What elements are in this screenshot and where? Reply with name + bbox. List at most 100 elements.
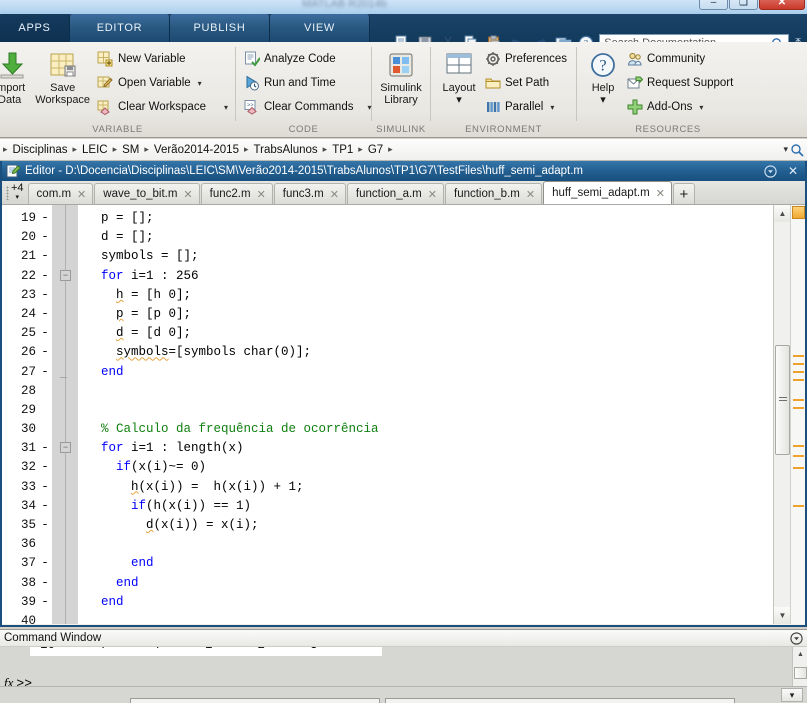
clear-commands-caret-icon[interactable]: ▾ [367,103,371,112]
breadcrumb-item-verao[interactable]: Verão2014-2015 [152,144,241,156]
breakpoint-marker[interactable]: - [38,305,52,324]
command-scrollbar-thumb[interactable] [794,667,807,679]
code-line[interactable]: end [86,554,773,573]
code-line[interactable]: d(x(i)) = x(i); [86,516,773,535]
breadcrumb-item-tp1[interactable]: TP1 [330,144,355,156]
breakpoint-marker[interactable]: - [38,478,52,497]
code-line[interactable]: end [86,363,773,382]
code-line[interactable]: h = [h 0]; [86,286,773,305]
code-analyzer-warning-marker[interactable] [793,445,804,447]
ribbon-tab-editor[interactable]: EDITOR [70,14,170,42]
tabstrip-grip-icon[interactable] [6,186,9,200]
layout-button[interactable]: Layout ▾ [436,46,482,106]
code-line[interactable]: end [86,593,773,612]
breakpoint-marker[interactable]: - [38,554,52,573]
code-line[interactable]: end [86,574,773,593]
editor-tab-huff-semi-adapt[interactable]: huff_semi_adapt.m ✕ [543,181,672,204]
request-support-button[interactable]: Request Support [624,72,735,94]
code-analyzer-warning-marker[interactable] [793,455,804,457]
breadcrumb-item-leic[interactable]: LEIC [80,144,110,156]
code-analyzer-warning-marker[interactable] [793,379,804,381]
editor-tab-func3-close-icon[interactable]: ✕ [330,188,339,201]
code-line[interactable]: for i=1 : 256 [86,267,773,286]
new-tab-button[interactable]: + [672,183,695,204]
breakpoint-marker[interactable] [38,535,52,554]
ribbon-tab-view[interactable]: VIEW [270,14,370,42]
clear-workspace-caret-icon[interactable]: ▾ [224,103,228,112]
ribbon-tab-publish[interactable]: PUBLISH [170,14,270,42]
code-analyzer-strip[interactable] [790,205,805,624]
tab-overflow-button[interactable]: +4 ▾ [4,182,28,204]
import-data-button[interactable]: Import Data [0,46,30,106]
community-button[interactable]: Community [624,48,735,70]
code-line[interactable]: if(h(x(i)) == 1) [86,497,773,516]
breakpoint-marker[interactable]: - [38,574,52,593]
add-ons-caret-icon[interactable]: ▾ [699,103,703,112]
editor-tab-wave-to-bit-close-icon[interactable]: ✕ [183,188,192,201]
breadcrumb-item-trabsalunos[interactable]: TrabsAlunos [252,144,320,156]
code-line[interactable] [86,535,773,554]
command-scroll-up-icon[interactable]: ▲ [793,647,807,661]
bottom-strip-caret-icon[interactable]: ▾ [781,688,803,702]
editor-vertical-scrollbar[interactable]: ▲ ▼ [773,205,791,624]
scroll-down-arrow-icon[interactable]: ▼ [774,607,791,624]
editor-tab-function-a-close-icon[interactable]: ✕ [428,188,437,201]
open-variable-button[interactable]: Open Variable ▾ [95,72,230,94]
code-analyzer-warning-marker[interactable] [793,399,804,401]
breakpoint-gutter[interactable]: --------- ----- --- [38,205,52,624]
editor-tab-function-b-close-icon[interactable]: ✕ [526,188,535,201]
code-analyzer-warning-marker[interactable] [793,505,804,507]
parallel-button[interactable]: Parallel ▾ [482,96,569,118]
code-line[interactable]: % Calculo da frequência de ocorrência [86,420,773,439]
new-variable-button[interactable]: New Variable [95,48,230,70]
scroll-up-arrow-icon[interactable]: ▲ [774,205,791,222]
code-line[interactable]: for i=1 : length(x) [86,439,773,458]
code-line[interactable]: symbols=[symbols char(0)]; [86,343,773,362]
breadcrumb-item-g7[interactable]: G7 [366,144,385,156]
code-analyzer-warning-marker[interactable] [793,407,804,409]
breakpoint-marker[interactable]: - [38,439,52,458]
breakpoint-marker[interactable]: - [38,324,52,343]
clear-commands-button[interactable]: >> Clear Commands ▾ [241,96,374,118]
editor-tab-func3[interactable]: func3.m ✕ [273,183,346,204]
code-line[interactable]: h(x(i)) = h(x(i)) + 1; [86,478,773,497]
code-analyzer-status-indicator[interactable] [792,206,805,219]
code-line[interactable]: if(x(i)~= 0) [86,458,773,477]
editor-tab-func2-close-icon[interactable]: ✕ [257,188,266,201]
layout-caret-icon[interactable]: ▾ [456,94,462,106]
code-line[interactable]: p = []; [86,209,773,228]
breakpoint-marker[interactable] [38,420,52,439]
code-text-content[interactable]: p = []; d = []; symbols = []; for i=1 : … [78,205,773,624]
run-and-time-button[interactable]: Run and Time [241,72,374,94]
code-line[interactable]: d = [d 0]; [86,324,773,343]
fold-toggle-icon[interactable]: − [60,269,71,281]
bottom-panel-stub-right[interactable] [385,698,735,703]
scrollbar-thumb[interactable] [775,345,790,455]
breadcrumb-dropdown-icon[interactable]: ▾ [783,144,788,155]
editor-tab-com-close-icon[interactable]: ✕ [77,188,86,201]
ribbon-tab-apps[interactable]: APPS [0,14,70,42]
close-button[interactable]: ✕ [759,0,805,10]
breadcrumb-item-disciplinas[interactable]: Disciplinas [11,144,70,156]
minimize-button[interactable]: – [699,0,728,10]
clear-workspace-button[interactable]: Clear Workspace ▾ [95,96,230,118]
editor-tab-func2[interactable]: func2.m ✕ [200,183,273,204]
breadcrumb-search-icon[interactable] [790,143,804,157]
breakpoint-marker[interactable]: - [38,593,52,612]
code-analyzer-warning-marker[interactable] [793,371,804,373]
breakpoint-marker[interactable]: - [38,228,52,247]
breakpoint-marker[interactable]: - [38,209,52,228]
help-button[interactable]: ? Help ▾ [582,46,624,106]
code-analyzer-warning-marker[interactable] [793,355,804,357]
fold-toggle-icon[interactable]: − [60,442,71,454]
breakpoint-marker[interactable]: - [38,267,52,286]
breakpoint-marker[interactable]: - [38,286,52,305]
save-workspace-button[interactable]: Save Workspace [30,46,95,106]
breakpoint-marker[interactable] [38,612,52,624]
code-line[interactable] [86,382,773,401]
parallel-caret-icon[interactable]: ▾ [550,103,554,112]
breakpoint-marker[interactable]: - [38,458,52,477]
breakpoint-marker[interactable]: - [38,497,52,516]
preferences-button[interactable]: Preferences [482,48,569,70]
help-caret-icon[interactable]: ▾ [600,94,606,106]
